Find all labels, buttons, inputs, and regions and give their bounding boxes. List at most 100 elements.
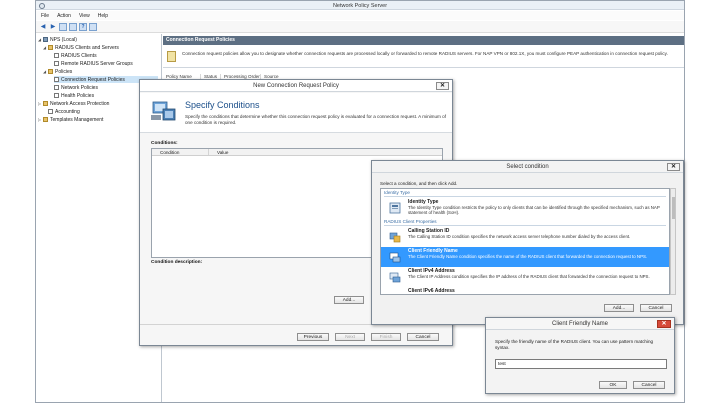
accounting-icon	[48, 109, 53, 114]
titlebar: Network Policy Server	[36, 1, 684, 10]
tree-item-templates[interactable]: ▷ Templates Management	[38, 116, 103, 123]
group-divider	[384, 225, 666, 226]
forward-arrow-icon[interactable]: ▶	[49, 23, 57, 31]
folder-icon	[43, 101, 48, 106]
info-text: Connection request policies allow you to…	[182, 51, 668, 56]
cancel-button[interactable]: Cancel	[633, 381, 665, 389]
condition-name: Client IPv6 Address	[408, 288, 455, 294]
col-condition[interactable]: Condition	[152, 149, 209, 155]
clients-icon	[54, 53, 59, 58]
condition-description-label: Condition description:	[151, 260, 203, 265]
group-label-identity: Identity Type	[384, 190, 410, 195]
conditions-grid-header: Condition Value	[152, 149, 442, 156]
condition-desc: The Calling Station ID condition specifi…	[408, 234, 631, 239]
select-condition-dialog: Select condition ✕ Select a condition, a…	[371, 160, 684, 325]
show-hide-tree-icon[interactable]	[59, 22, 67, 31]
condition-item-client-ipv4[interactable]: Client IPv4 Address The Client IP Addres…	[381, 267, 669, 287]
cancel-button[interactable]: Cancel	[640, 304, 672, 312]
menu-view[interactable]: View	[79, 13, 90, 19]
wizard-description: Specify the conditions that determine wh…	[185, 114, 446, 125]
condition-desc: The Identity Type condition restricts th…	[408, 205, 660, 215]
group-label-radius: RADIUS Client Properties	[384, 219, 437, 224]
tree-label: Policies	[55, 68, 73, 75]
wizard-heading: Specify Conditions	[185, 100, 260, 110]
condition-item-client-ipv6[interactable]: Client IPv6 Address	[381, 287, 669, 294]
wizard-policy-icon	[151, 101, 176, 121]
content-header: Connection Request Policies	[163, 36, 684, 45]
help-icon[interactable]: ?	[79, 22, 87, 31]
server-icon	[43, 37, 48, 42]
menubar: File Action View Help	[36, 11, 684, 20]
document-info-icon	[167, 51, 176, 62]
folder-icon	[43, 117, 48, 122]
back-arrow-icon[interactable]: ◀	[39, 23, 47, 31]
tree-label: RADIUS Clients and Servers	[55, 44, 119, 51]
policy-icon	[54, 85, 59, 90]
tree-item-radius-clients[interactable]: RADIUS Clients	[54, 52, 97, 59]
client-friendly-name-dialog: Client Friendly Name ✕ Specify the frien…	[485, 317, 675, 394]
close-icon[interactable]: ✕	[436, 82, 449, 90]
tree-label: Templates Management	[50, 116, 104, 123]
policy-icon	[54, 77, 59, 82]
select-instruction: Select a condition, and then click Add.	[380, 181, 458, 186]
folder-icon	[48, 69, 53, 74]
client-ipv4-icon	[389, 272, 401, 283]
menu-help[interactable]: Help	[98, 13, 108, 19]
friendly-name-input[interactable]: test	[495, 359, 667, 369]
tree-label: Connection Request Policies	[61, 76, 125, 83]
add-condition-button[interactable]: Add...	[334, 296, 364, 304]
condition-item-client-friendly-name[interactable]: Client Friendly Name The Client Friendly…	[381, 247, 669, 267]
dialog-title: New Connection Request Policy	[140, 80, 452, 92]
conditions-label: Conditions:	[151, 141, 178, 146]
condition-desc: The Client Friendly Name condition speci…	[408, 254, 648, 259]
properties-icon[interactable]	[69, 22, 77, 31]
server-group-icon	[54, 61, 59, 66]
dialog-title: Client Friendly Name	[486, 318, 674, 330]
tree-label: Health Policies	[61, 92, 95, 99]
condition-item-calling-station-id[interactable]: Calling Station ID The Calling Station I…	[381, 227, 669, 247]
identity-type-icon	[389, 202, 401, 214]
previous-button[interactable]: Previous	[297, 333, 329, 341]
condition-list[interactable]: Identity Type Identity Type The Identity…	[380, 188, 670, 295]
tree-item-accounting[interactable]: Accounting	[48, 108, 80, 115]
condition-item-identity-type[interactable]: Identity Type The Identity Type conditio…	[381, 198, 669, 218]
dialog-title: Select condition	[372, 161, 683, 173]
tree-label: RADIUS Clients	[61, 52, 97, 59]
menu-file[interactable]: File	[41, 13, 49, 19]
tree-item-network-policies[interactable]: Network Policies	[54, 84, 98, 91]
tree-item-remote-groups[interactable]: Remote RADIUS Server Groups	[54, 60, 133, 67]
menu-action[interactable]: Action	[57, 13, 71, 19]
close-icon[interactable]: ✕	[667, 163, 680, 171]
condition-desc: The Client IP Address condition specifie…	[408, 274, 650, 279]
add-button[interactable]: Add...	[604, 304, 634, 312]
tree-item-nap[interactable]: ▷ Network Access Protection	[38, 100, 109, 107]
friendly-name-description: Specify the friendly name of the RADIUS …	[495, 339, 654, 350]
tree-label: NPS (Local)	[50, 36, 77, 43]
cancel-button[interactable]: Cancel	[407, 333, 439, 341]
toolbar: ◀ ▶ ?	[36, 21, 684, 33]
wizard-header: Specify Conditions Specify the condition…	[140, 93, 452, 133]
col-value[interactable]: Value	[209, 149, 329, 155]
window-title: Network Policy Server	[332, 2, 388, 9]
tree-item-nps[interactable]: ◢ NPS (Local)	[38, 36, 77, 43]
info-panel: Connection request policies allow you to…	[163, 46, 684, 68]
tree-label: Network Access Protection	[50, 100, 110, 107]
tree-label: Network Policies	[61, 84, 98, 91]
condition-list-scrollbar[interactable]	[670, 188, 676, 295]
finish-button[interactable]: Finish	[371, 333, 401, 341]
policy-icon	[54, 93, 59, 98]
close-icon[interactable]: ✕	[657, 320, 671, 328]
tree-label: Remote RADIUS Server Groups	[61, 60, 133, 67]
tree-item-policies[interactable]: ◢ Policies	[43, 68, 72, 75]
calling-station-icon	[389, 232, 401, 243]
tree-item-health-policies[interactable]: Health Policies	[54, 92, 94, 99]
group-divider	[384, 196, 666, 197]
folder-icon	[48, 45, 53, 50]
scrollbar-thumb[interactable]	[672, 197, 675, 219]
tree-label: Accounting	[55, 108, 80, 115]
client-friendly-name-icon	[389, 252, 401, 263]
tree-item-radius[interactable]: ◢ RADIUS Clients and Servers	[43, 44, 119, 51]
console-icon[interactable]	[89, 22, 97, 31]
ok-button[interactable]: OK	[599, 381, 627, 389]
next-button[interactable]: Next	[335, 333, 365, 341]
